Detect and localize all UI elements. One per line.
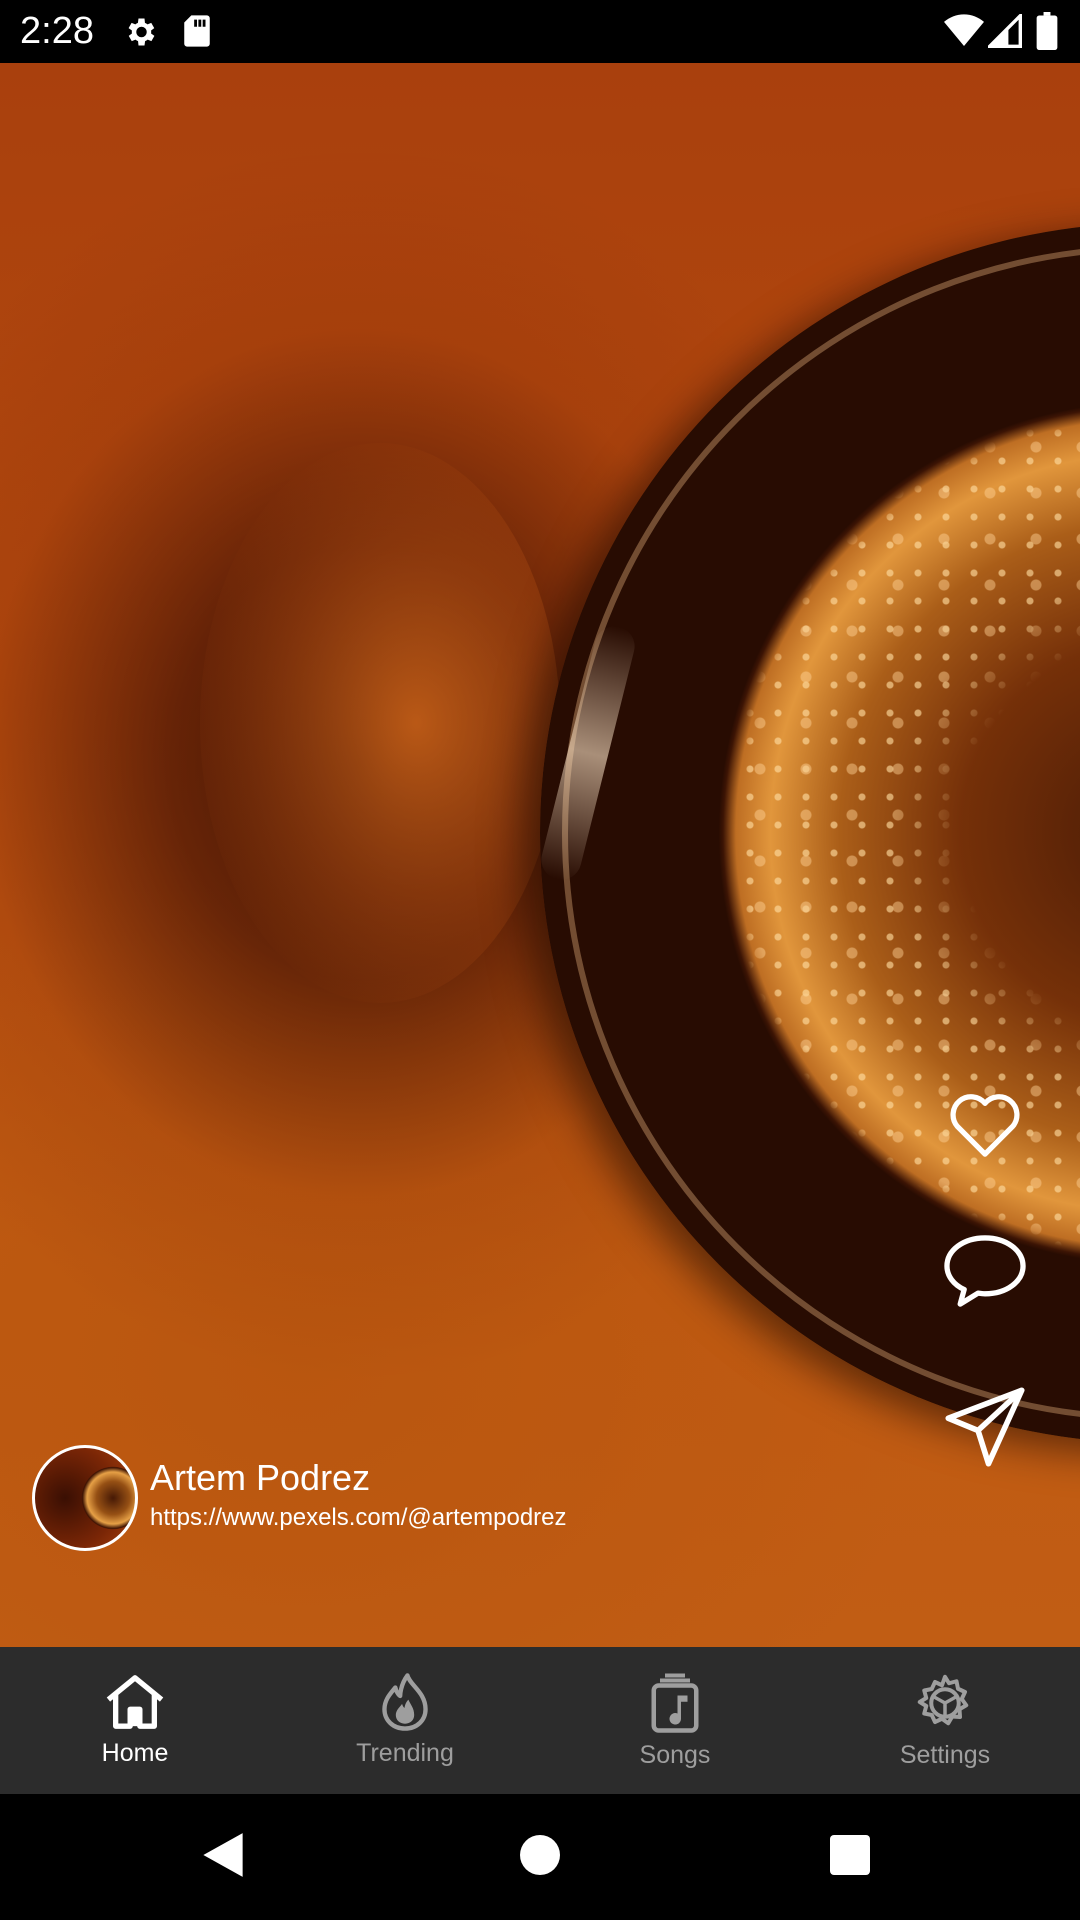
flame-icon	[377, 1673, 433, 1736]
sd-card-icon	[182, 14, 212, 53]
app-screen: 2:28 Artem Podrez https://www.pexels.com…	[0, 0, 1080, 1920]
nav-item-settings[interactable]: Settings	[810, 1647, 1080, 1794]
bottom-navigation: Home Trending Songs Settings	[0, 1647, 1080, 1794]
settings-icon	[915, 1673, 975, 1738]
home-circle-icon	[520, 1834, 560, 1880]
system-home-button[interactable]	[507, 1824, 573, 1890]
author-url[interactable]: https://www.pexels.com/@artempodrez	[150, 1503, 567, 1533]
back-triangle-icon	[201, 1831, 245, 1884]
nav-item-home[interactable]: Home	[0, 1647, 270, 1794]
author-name[interactable]: Artem Podrez	[150, 1457, 370, 1499]
recents-square-icon	[830, 1834, 870, 1880]
cellular-signal-icon	[985, 11, 1022, 53]
nav-label-songs: Songs	[639, 1741, 711, 1769]
nav-label-home: Home	[101, 1739, 169, 1767]
author-avatar[interactable]	[32, 1445, 138, 1551]
comment-icon	[942, 1231, 1028, 1316]
share-button[interactable]	[940, 1384, 1030, 1474]
battery-icon	[1036, 12, 1058, 55]
status-time: 2:28	[20, 10, 94, 52]
system-recents-button[interactable]	[817, 1824, 883, 1890]
nav-label-settings: Settings	[899, 1741, 991, 1769]
wifi-icon	[944, 14, 984, 53]
settings-gear-icon	[122, 14, 158, 55]
nav-label-trending: Trending	[356, 1739, 454, 1767]
video-player[interactable]	[0, 63, 1080, 1647]
share-send-icon	[942, 1385, 1028, 1474]
status-bar: 2:28	[0, 0, 1080, 63]
like-button[interactable]	[940, 1080, 1030, 1170]
nav-item-trending[interactable]: Trending	[270, 1647, 540, 1794]
nav-item-songs[interactable]: Songs	[540, 1647, 810, 1794]
video-shadow	[200, 443, 560, 1003]
system-navigation-bar	[0, 1794, 1080, 1920]
comment-button[interactable]	[940, 1228, 1030, 1318]
home-icon	[103, 1673, 167, 1736]
system-back-button[interactable]	[190, 1824, 256, 1890]
heart-icon	[945, 1087, 1025, 1164]
music-note-icon	[649, 1673, 701, 1738]
